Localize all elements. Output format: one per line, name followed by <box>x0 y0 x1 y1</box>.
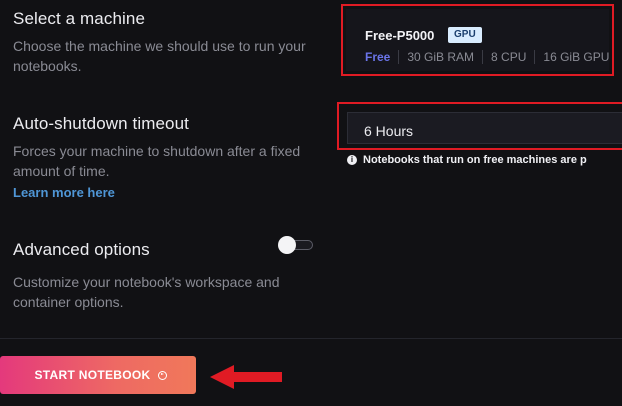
start-notebook-label: START NOTEBOOK <box>34 368 151 382</box>
play-circle-icon <box>158 370 168 380</box>
select-machine-description: Choose the machine we should use to run … <box>13 36 306 76</box>
auto-shutdown-desc-line-1: Forces your machine to shutdown after a … <box>13 143 301 159</box>
tier-label: Free <box>365 50 391 64</box>
footer-divider <box>0 338 622 339</box>
spec-divider <box>398 50 400 64</box>
learn-more-link[interactable]: Learn more here <box>13 185 115 200</box>
free-machine-notice-text: Notebooks that run on free machines are … <box>363 154 587 166</box>
free-machine-notice: i Notebooks that run on free machines ar… <box>347 154 587 166</box>
auto-shutdown-description: Forces your machine to shutdown after a … <box>13 141 300 181</box>
advanced-options-title: Advanced options <box>13 240 150 259</box>
gpu-badge: GPU <box>448 27 482 43</box>
advanced-desc-line-2: container options. <box>13 294 124 310</box>
ram-spec: 30 GiB RAM <box>407 50 475 64</box>
left-arrow-icon <box>210 365 282 389</box>
timeout-select-highlight: 6 Hours <box>337 102 622 150</box>
notebook-settings-page: Select a machine Choose the machine we s… <box>0 0 622 406</box>
advanced-options-description: Customize your notebook's workspace and … <box>13 272 279 312</box>
spec-divider <box>482 50 484 64</box>
gpu-spec: 16 GiB GPU <box>543 50 610 64</box>
spec-divider <box>534 50 536 64</box>
info-icon: i <box>347 155 357 165</box>
machine-name: Free-P5000 <box>365 28 435 43</box>
select-machine-title: Select a machine <box>13 9 146 28</box>
toggle-knob <box>278 236 296 254</box>
machine-card[interactable]: Free-P5000 GPU Free 30 GiB RAM 8 CPU 16 … <box>346 9 609 71</box>
machine-card-highlight: Free-P5000 GPU Free 30 GiB RAM 8 CPU 16 … <box>341 4 614 76</box>
machine-specs: Free 30 GiB RAM 8 CPU 16 GiB GPU <box>365 50 609 64</box>
select-machine-desc-line-1: Choose the machine we should use to run … <box>13 38 306 54</box>
cpu-spec: 8 CPU <box>491 50 527 64</box>
timeout-selected-value: 6 Hours <box>364 123 414 139</box>
advanced-options-toggle[interactable] <box>278 236 314 254</box>
timeout-select[interactable]: 6 Hours <box>347 112 622 144</box>
advanced-desc-line-1: Customize your notebook's workspace and <box>13 274 280 290</box>
select-machine-desc-line-2: notebooks. <box>13 58 82 74</box>
start-notebook-button[interactable]: START NOTEBOOK <box>0 356 196 394</box>
auto-shutdown-desc-line-2: amount of time. <box>13 163 110 179</box>
auto-shutdown-title: Auto-shutdown timeout <box>13 114 189 133</box>
